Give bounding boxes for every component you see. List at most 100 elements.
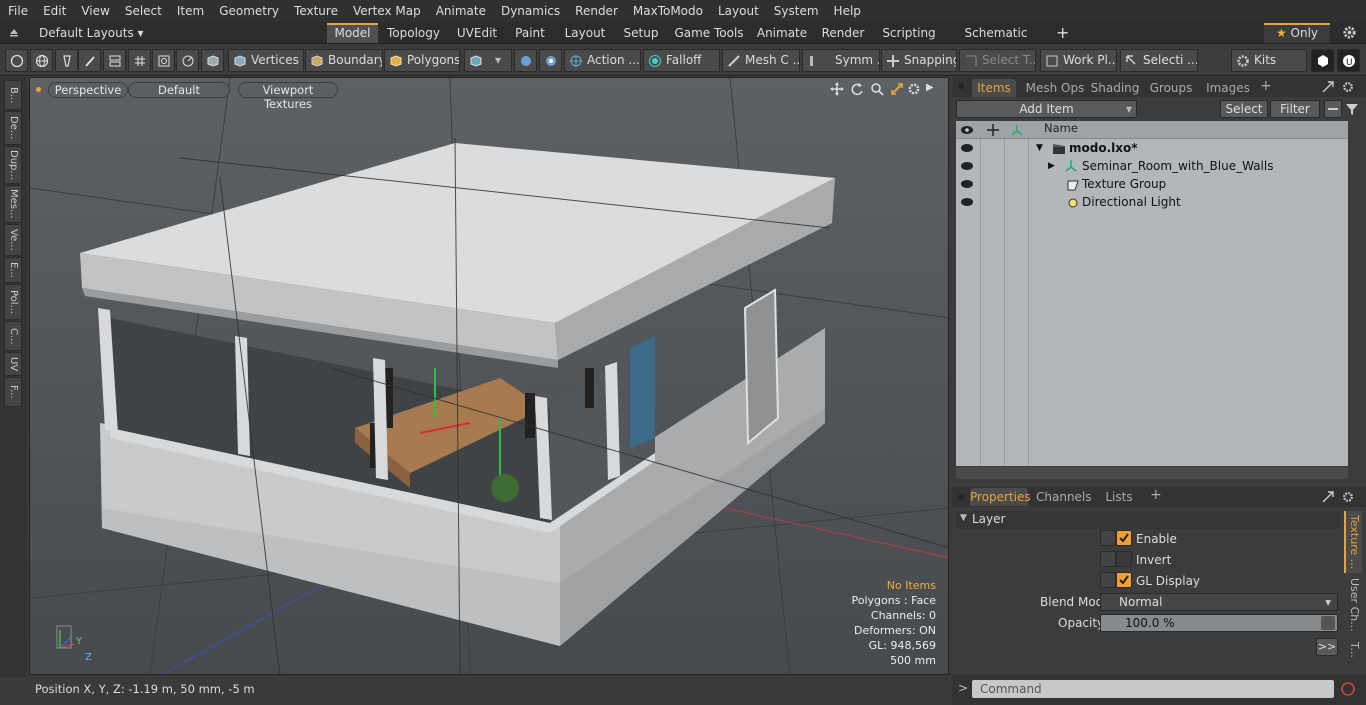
menu-animate[interactable]: Animate	[428, 0, 493, 22]
add-items-tab-icon[interactable]: +	[1260, 78, 1272, 94]
3d-viewport[interactable]: Y Z Perspective Default Viewport Texture…	[29, 77, 949, 675]
opacity-slider[interactable]: 100.0 %	[1100, 614, 1338, 632]
menu-layout[interactable]: Layout	[710, 0, 766, 22]
add-tab-icon[interactable]: +	[1056, 23, 1069, 43]
left-tab-duplicate[interactable]: Dup...	[4, 146, 22, 184]
menu-item[interactable]: Item	[169, 0, 211, 22]
polygons-button[interactable]: Polygons	[384, 49, 460, 72]
only-toggle[interactable]: ★ Only	[1264, 23, 1330, 43]
expand-arrow-icon[interactable]: ▶	[1048, 157, 1055, 175]
tab-mesh-ops[interactable]: Mesh Ops	[1024, 79, 1086, 97]
tab-channels[interactable]: Channels	[1036, 488, 1092, 506]
select-through-button[interactable]: Select T...	[959, 49, 1036, 72]
menu-geometry[interactable]: Geometry	[211, 0, 286, 22]
falloff-button[interactable]: Falloff	[643, 49, 720, 72]
tab-render[interactable]: Render	[819, 23, 867, 43]
tab-topology[interactable]: Topology	[382, 23, 445, 43]
tab-animate[interactable]: Animate	[754, 23, 810, 43]
command-input[interactable]: Command	[972, 680, 1334, 698]
item-row-mesh[interactable]: ▶ Seminar_Room_with_Blue_Walls	[956, 157, 1348, 175]
menu-render[interactable]: Render	[567, 0, 625, 22]
item-row-scene[interactable]: ▼ modo.lxo*	[956, 139, 1348, 157]
action-center-button[interactable]: Action ...	[564, 49, 641, 72]
view-type-button[interactable]: Perspective	[48, 82, 128, 98]
selection-sets-button[interactable]: Selecti ...	[1120, 49, 1198, 72]
material-mode-button[interactable]: ▾	[464, 49, 512, 72]
gl-display-checkbox[interactable]	[1116, 572, 1132, 588]
boundary-button[interactable]: Boundary	[305, 49, 383, 72]
brush-icon[interactable]	[78, 49, 101, 72]
shading-mode-button[interactable]: Default	[128, 82, 230, 98]
tab-items[interactable]: Items	[972, 79, 1016, 97]
menu-maxtomodo[interactable]: MaxToModo	[625, 0, 710, 22]
menu-texture[interactable]: Texture	[286, 0, 345, 22]
work-plane-button[interactable]: Work Pl...	[1040, 49, 1117, 72]
snap-toggle-icon[interactable]	[539, 49, 562, 72]
left-tab-vertex[interactable]: Ve...	[4, 224, 22, 256]
item-mode-icon[interactable]	[201, 49, 224, 72]
left-tab-polygon[interactable]: Pol...	[4, 284, 22, 320]
align-icon[interactable]	[103, 49, 126, 72]
add-item-button[interactable]: Add Item ▾	[956, 100, 1137, 118]
menu-vertex-map[interactable]: Vertex Map	[345, 0, 428, 22]
layer-section-header[interactable]: ▼ Layer	[956, 511, 1340, 529]
items-horizontal-scrollbar[interactable]	[956, 467, 1348, 479]
tab-model[interactable]: Model	[327, 23, 378, 43]
tab-schematic-fusion[interactable]: Schematic Fusion	[949, 23, 1043, 60]
pen-tool-icon[interactable]	[55, 49, 78, 72]
snapping-button[interactable]: Snapping	[881, 49, 957, 72]
add-properties-tab-icon[interactable]: +	[1150, 487, 1162, 503]
rotate-view-icon[interactable]	[850, 82, 864, 99]
side-tab-tags[interactable]: T...	[1344, 637, 1362, 663]
move-view-icon[interactable]	[830, 82, 844, 99]
select-button[interactable]: Select	[1220, 100, 1268, 118]
visibility-eye-icon[interactable]	[961, 144, 973, 152]
vertices-button[interactable]: Vertices	[228, 49, 304, 72]
properties-menu-dot-icon[interactable]	[958, 494, 964, 500]
mesh-constraint-button[interactable]: Mesh C ...	[722, 49, 800, 72]
tab-uvedit[interactable]: UVEdit	[452, 23, 502, 43]
gear-icon[interactable]	[1342, 25, 1357, 43]
menu-dynamics[interactable]: Dynamics	[493, 0, 567, 22]
properties-maximize-icon[interactable]	[1322, 491, 1334, 506]
left-tab-fusion[interactable]: F...	[4, 377, 22, 407]
left-tab-uv[interactable]: UV	[4, 352, 22, 376]
enable-checkbox[interactable]	[1116, 530, 1132, 546]
item-row-texture-group[interactable]: Texture Group	[956, 175, 1348, 193]
tab-game-tools[interactable]: Game Tools	[674, 23, 744, 43]
element-select-icon[interactable]	[152, 49, 175, 72]
visibility-eye-icon[interactable]	[961, 198, 973, 206]
unreal-icon[interactable]: U	[1337, 49, 1360, 72]
record-macro-icon[interactable]	[1340, 681, 1356, 700]
visibility-eye-icon[interactable]	[961, 180, 973, 188]
tab-properties[interactable]: Properties	[970, 488, 1031, 506]
left-tab-curve[interactable]: C...	[4, 321, 22, 351]
symmetry-toggle-icon[interactable]	[514, 49, 537, 72]
menu-file[interactable]: File	[0, 0, 35, 22]
left-tab-deform[interactable]: De...	[4, 111, 22, 145]
left-tab-mesh-edit[interactable]: Mes...	[4, 185, 22, 223]
grid-snap-icon[interactable]	[128, 49, 151, 72]
left-tab-edge[interactable]: E...	[4, 257, 22, 283]
tab-layout[interactable]: Layout	[561, 23, 609, 43]
maximize-view-icon[interactable]	[890, 82, 904, 99]
menu-select[interactable]: Select	[117, 0, 169, 22]
opacity-stepper-icon[interactable]	[1321, 616, 1335, 630]
blend-mode-select[interactable]: Normal ▾	[1100, 593, 1338, 611]
panel-menu-dot-icon[interactable]	[958, 83, 964, 89]
properties-gear-icon[interactable]	[1342, 491, 1354, 506]
visibility-eye-icon[interactable]	[961, 162, 973, 170]
viewport-expand-arrow-icon[interactable]: ▶	[926, 82, 934, 93]
panel-maximize-icon[interactable]	[1322, 81, 1334, 96]
tab-paint[interactable]: Paint	[510, 23, 550, 43]
invert-checkbox[interactable]	[1116, 551, 1132, 567]
menu-help[interactable]: Help	[826, 0, 868, 22]
side-tab-texture[interactable]: Texture ...	[1344, 511, 1362, 573]
tab-setup[interactable]: Setup	[619, 23, 663, 43]
collapse-arrow-icon[interactable]	[8, 26, 20, 38]
expand-arrow-icon[interactable]: ▼	[1036, 139, 1043, 157]
item-row-light[interactable]: Directional Light	[956, 193, 1348, 211]
tab-images[interactable]: Images	[1202, 79, 1254, 97]
collapse-list-icon[interactable]	[1324, 100, 1342, 118]
lasso-icon[interactable]	[176, 49, 199, 72]
